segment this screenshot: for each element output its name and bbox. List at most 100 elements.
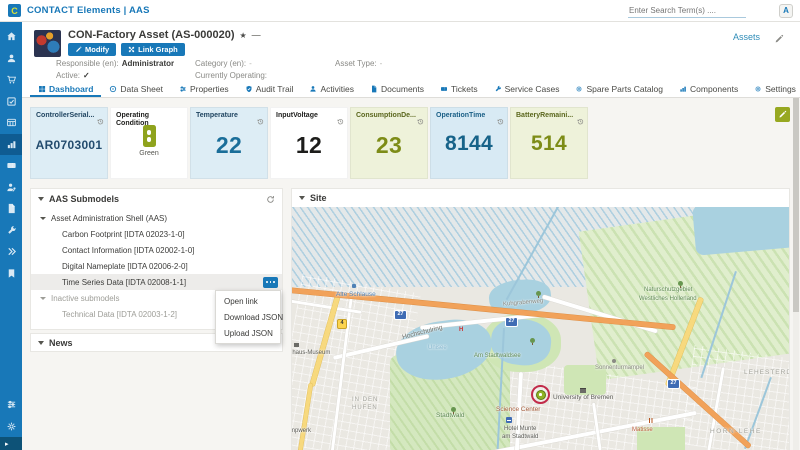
tab-activities[interactable]: Activities [301, 80, 362, 97]
sidebar-expand-button[interactable]: ▸ [0, 437, 22, 450]
gear-icon [754, 85, 762, 93]
sliders-icon [179, 85, 187, 93]
road-shield-motorway: 27 [394, 310, 408, 320]
site-map[interactable]: Alte Schlause Kuhgrabenweg Naturschutzgebi… [292, 207, 789, 450]
gear-icon [575, 85, 583, 93]
kpi-card[interactable]: OperationTime 8144 [430, 107, 508, 179]
kpi-card[interactable]: ControllerSerial... AR0703001 [30, 107, 108, 179]
tree-item[interactable]: Asset Administration Shell (AAS) [31, 210, 282, 226]
collapse-icon[interactable]: — [252, 30, 261, 40]
sidebar-item-tasks[interactable] [0, 91, 22, 113]
sidebar-item-activities[interactable] [0, 48, 22, 70]
meta-value: - [249, 59, 252, 68]
site-location-marker[interactable] [535, 389, 546, 400]
components-chart-icon [6, 139, 17, 150]
asset-thumbnail[interactable] [34, 30, 61, 57]
edit-dashboard-button[interactable] [775, 107, 790, 122]
history-icon[interactable] [577, 112, 584, 125]
history-icon[interactable] [497, 112, 504, 125]
meta-label: Asset Type: [335, 59, 377, 68]
history-icon[interactable] [337, 112, 344, 125]
kpi-card[interactable]: InputVoltage 12 [270, 107, 348, 179]
map-label: Westliches Hollerland [639, 296, 697, 302]
map-label: Unisee [428, 345, 447, 351]
topbar-actions: A [628, 3, 793, 18]
chevron-down-icon [299, 196, 305, 200]
modify-button-label: Modify [85, 45, 110, 54]
edit-header-icon[interactable] [774, 31, 784, 43]
tab-label: Tickets [451, 83, 478, 94]
search-input[interactable] [628, 3, 746, 18]
sidebar-item-ticket[interactable] [0, 155, 22, 177]
sidebar-item-components-chart[interactable] [0, 133, 22, 155]
tree-item[interactable]: Digital Nameplate [IDTA 02006-2-0] [31, 258, 282, 274]
history-icon[interactable] [97, 112, 104, 125]
ellipsis-actions-button[interactable] [263, 276, 278, 288]
tab-dashboard[interactable]: Dashboard [30, 80, 101, 97]
top-bar: C CONTACT Elements | AAS A [0, 0, 800, 22]
gear-icon [6, 421, 17, 432]
meta-field: Category (en): - [195, 59, 335, 68]
user-avatar[interactable]: A [779, 3, 793, 18]
sidebar-item-cart[interactable] [0, 69, 22, 91]
chevron-down-icon [38, 341, 44, 345]
table-icon [6, 117, 17, 128]
app-logo[interactable]: C [8, 4, 21, 17]
sidebar-item-document[interactable] [0, 198, 22, 220]
tree-item-label: Contact Information [IDTA 02002-1-0] [62, 245, 195, 255]
scrollbar-thumb[interactable] [793, 98, 799, 312]
sidebar-item-sliders[interactable] [0, 394, 22, 416]
museum-icon [294, 343, 299, 347]
tree-item[interactable]: Time Series Data [IDTA 02008-1-1] [31, 274, 282, 290]
refresh-icon[interactable] [266, 195, 275, 204]
kpi-card[interactable]: BatteryRemaini... 514 [510, 107, 588, 179]
vertical-scrollbar[interactable] [793, 98, 799, 450]
avatar-letter: A [783, 6, 789, 15]
meta-field: Currently Operating: [195, 71, 335, 80]
site-header[interactable]: Site [292, 189, 789, 208]
history-icon[interactable] [417, 112, 424, 125]
sidebar-item-double-chevron[interactable] [0, 241, 22, 263]
tree-item[interactable]: Carbon Footprint [IDTA 02023-1-0] [31, 226, 282, 242]
sidebar-item-table[interactable] [0, 112, 22, 134]
ticket-icon [6, 160, 17, 171]
aas-submodels-header[interactable]: AAS Submodels [31, 189, 282, 209]
sidebar-item-user-key[interactable] [0, 177, 22, 199]
map-label: Hotel Munte [504, 426, 537, 432]
sidebar-item-gear[interactable] [0, 416, 22, 438]
link-graph-button-label: Link Graph [138, 45, 178, 54]
tab-audit-trail[interactable]: Audit Trail [237, 80, 302, 97]
kpi-card[interactable]: Operating Condition Green [110, 107, 188, 179]
context-menu-item-upload-json[interactable]: Upload JSON [216, 325, 280, 341]
link-graph-button[interactable]: Link Graph [121, 43, 185, 56]
chart-icon [679, 85, 687, 93]
tab-data-sheet[interactable]: Data Sheet [101, 80, 171, 97]
kpi-card[interactable]: ConsumptionDe... 23 [350, 107, 428, 179]
favorite-star-icon[interactable]: ★ [239, 31, 246, 40]
tab-components[interactable]: Components [671, 80, 746, 97]
pencil-icon [75, 46, 82, 53]
history-icon[interactable] [257, 112, 264, 125]
tab-tickets[interactable]: Tickets [432, 80, 486, 97]
sidebar-item-home[interactable] [0, 26, 22, 48]
tab-documents[interactable]: Documents [362, 80, 432, 97]
kpi-card-value: 12 [295, 132, 323, 158]
tab-spare-parts-catalog[interactable]: Spare Parts Catalog [567, 80, 671, 97]
tree-item-label: Carbon Footprint [IDTA 02023-1-0] [62, 229, 185, 239]
context-menu-item-download-json[interactable]: Download JSON [216, 309, 283, 325]
chevron-down-icon [38, 197, 44, 201]
tab-settings[interactable]: Settings [746, 80, 800, 97]
sidebar-item-wrench[interactable] [0, 220, 22, 242]
map-label: nhaus-Museum [292, 350, 331, 356]
assets-link[interactable]: Assets [733, 32, 760, 42]
kpi-card[interactable]: Temperature 22 [190, 107, 268, 179]
tab-service-cases[interactable]: Service Cases [486, 80, 568, 97]
tree-icon [678, 281, 683, 288]
tab-properties[interactable]: Properties [171, 80, 237, 97]
modify-button[interactable]: Modify [68, 43, 117, 56]
tree-item[interactable]: Contact Information [IDTA 02002-1-0] [31, 242, 282, 258]
meta-value: - [379, 59, 383, 68]
dashboard-content: ControllerSerial... AR0703001 Operating Co… [22, 98, 800, 450]
context-menu-item-open-link[interactable]: Open link [216, 293, 280, 309]
sidebar-item-bookmark[interactable] [0, 263, 22, 285]
